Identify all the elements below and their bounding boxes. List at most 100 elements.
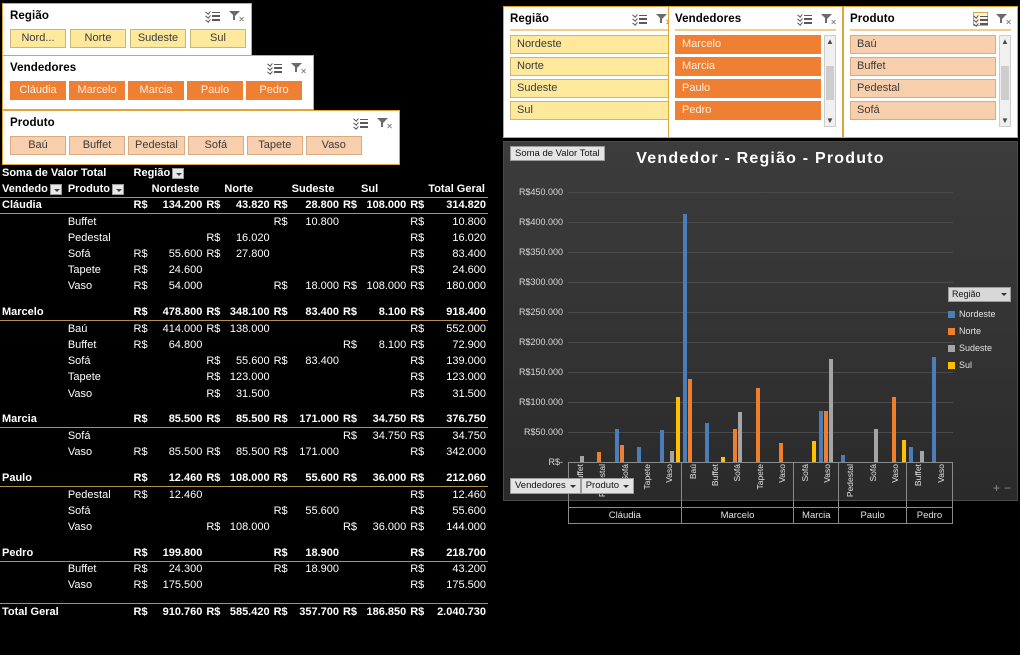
chart-bar[interactable]	[841, 454, 846, 462]
slicer-item-produto[interactable]: Tapete	[246, 136, 303, 155]
chart-bar[interactable]	[829, 359, 834, 462]
slicer-item-vendedor[interactable]: Marcelo	[675, 35, 821, 54]
slicer-item-regiao[interactable]: Sudeste	[130, 29, 186, 48]
multi-select-icon[interactable]	[205, 9, 221, 23]
chart-bar[interactable]	[670, 451, 675, 462]
slicer-item-regiao[interactable]: Sul	[510, 101, 671, 120]
chart-bar[interactable]	[733, 428, 738, 462]
slicer-item-regiao[interactable]: Norte	[70, 29, 126, 48]
slicer-item-regiao[interactable]: Sul	[190, 29, 246, 48]
slicer-item-produto[interactable]: Buffet	[850, 57, 996, 76]
table-row[interactable]: Buffet R$ 64.800 R$ 8.100 R$ 72.900	[0, 337, 488, 353]
chart-bar[interactable]	[874, 428, 879, 462]
slicer-item-vendedor[interactable]: Marcelo	[69, 81, 125, 100]
slicer-item-vendedor[interactable]: Marcia	[675, 57, 821, 76]
slicer-scrollbar[interactable]: ▲ ▼	[999, 35, 1011, 127]
scroll-up-icon[interactable]: ▲	[1000, 36, 1010, 47]
slicer-item-produto[interactable]: Sofá	[187, 136, 244, 155]
slicer-item-produto[interactable]: Baú	[10, 136, 66, 155]
slicer-vendedores-left[interactable]: Vendedores ✕ Cláudia Marcelo Marcia Paul…	[2, 55, 314, 110]
clear-filter-icon[interactable]: ✕	[229, 9, 245, 24]
chart-bar[interactable]	[687, 379, 692, 462]
table-row[interactable]: Sofá R$ 34.750 R$ 34.750	[0, 428, 488, 444]
table-row[interactable]: Vaso R$ 85.500 R$ 85.500 R$ 171.000 R$ 342.000	[0, 444, 488, 460]
table-row[interactable]: Vaso R$ 108.000 R$ 36.000 R$ 144.000	[0, 519, 488, 535]
slicer-item-produto[interactable]: Vaso	[305, 136, 362, 155]
chart-bar[interactable]	[909, 447, 914, 462]
chart-bar[interactable]	[597, 452, 602, 462]
multi-select-icon[interactable]	[797, 12, 813, 26]
slicer-item-produto[interactable]: Pedestal	[128, 136, 185, 155]
clear-filter-icon[interactable]: ✕	[996, 12, 1012, 27]
multi-select-icon[interactable]	[632, 12, 648, 26]
slicer-panel-regiao[interactable]: Região ✕ Nordeste Norte Sudeste Sul	[503, 6, 678, 138]
table-row[interactable]: Sofá R$ 55.600 R$ 83.400 R$ 139.000	[0, 353, 488, 369]
table-row[interactable]: Pedestal R$ 12.460 R$ 12.460	[0, 486, 488, 502]
table-row[interactable]: Sofá R$ 55.600 R$ 27.800 R$ 83.400	[0, 246, 488, 262]
table-row[interactable]: Vaso R$ 175.500 R$ 175.500	[0, 577, 488, 593]
chart-bar[interactable]	[891, 397, 896, 462]
slicer-item-vendedor[interactable]: Cláudia	[10, 81, 66, 100]
chart-bar[interactable]	[738, 411, 743, 462]
chart-bar[interactable]	[682, 213, 687, 462]
slicer-panel-produto[interactable]: Produto ✕ Baú Buffet Pedestal Sofá ▲ ▼	[843, 6, 1018, 138]
pivot-table[interactable]: Soma de Valor Total Região Vendedo Produto N…	[0, 165, 490, 620]
slicer-regiao-left[interactable]: Região ✕ Nord... Norte Sudeste Sul	[2, 3, 252, 58]
pivot-chart[interactable]: Soma de Valor Total Vendedor - Região - …	[503, 141, 1018, 524]
table-row[interactable]: Buffet R$ 10.800 R$ 10.800	[0, 214, 488, 230]
slicer-scrollbar[interactable]: ▲ ▼	[824, 35, 836, 127]
slicer-item-regiao[interactable]: Nord...	[10, 29, 66, 48]
zoom-out-button[interactable]: −	[1004, 482, 1011, 494]
axis-field-button-produto[interactable]: Produto	[580, 478, 634, 494]
slicer-item-produto[interactable]: Buffet	[69, 136, 125, 155]
chart-bar[interactable]	[778, 443, 783, 462]
slicer-item-vendedor[interactable]: Paulo	[187, 81, 243, 100]
chart-bar[interactable]	[823, 410, 828, 462]
table-row-vendedor[interactable]: Marcia R$ 85.500 R$ 85.500 R$ 171.000 R$ 34.750 R…	[0, 411, 488, 429]
table-row-vendedor[interactable]: Pedro R$ 199.800 R$ 18.900 R$ 218.700	[0, 544, 488, 562]
scrollbar-thumb[interactable]	[826, 66, 834, 100]
table-row[interactable]: Vaso R$ 31.500 R$ 31.500	[0, 385, 488, 401]
scroll-down-icon[interactable]: ▼	[1000, 115, 1010, 126]
table-row-vendedor[interactable]: Paulo R$ 12.460 R$ 108.000 R$ 55.600 R$ 36.000 R$…	[0, 470, 488, 487]
table-row[interactable]: Baú R$ 414.000 R$ 138.000 R$ 552.000	[0, 321, 488, 337]
slicer-item-produto[interactable]: Sofá	[850, 101, 996, 120]
chart-bar[interactable]	[811, 441, 816, 462]
scrollbar-thumb[interactable]	[1001, 66, 1009, 100]
slicer-panel-vendedores[interactable]: Vendedores ✕ Marcelo Marcia Paulo Pedro …	[668, 6, 843, 138]
chart-bar[interactable]	[637, 447, 642, 462]
multi-select-icon[interactable]	[353, 116, 369, 130]
clear-filter-icon[interactable]: ✕	[377, 116, 393, 131]
filter-dropdown-icon[interactable]	[112, 183, 125, 195]
chart-bar[interactable]	[902, 440, 907, 462]
table-row[interactable]: Tapete R$ 123.000 R$ 123.000	[0, 369, 488, 385]
table-row[interactable]: Sofá R$ 55.600 R$ 55.600	[0, 503, 488, 519]
table-row[interactable]: Tapete R$ 24.600 R$ 24.600	[0, 262, 488, 278]
slicer-item-vendedor[interactable]: Pedro	[246, 81, 302, 100]
filter-dropdown-icon[interactable]	[172, 167, 185, 179]
slicer-item-produto[interactable]: Baú	[850, 35, 996, 54]
slicer-item-regiao[interactable]: Norte	[510, 57, 671, 76]
multi-select-icon[interactable]	[267, 61, 283, 75]
clear-filter-icon[interactable]: ✕	[291, 61, 307, 76]
chart-bar[interactable]	[755, 388, 760, 462]
table-row-vendedor[interactable]: Cláudia R$ 134.200 R$ 43.820 R$ 28.800 R$ 108.00…	[0, 197, 488, 215]
chart-bar[interactable]	[705, 423, 710, 462]
table-row[interactable]: Buffet R$ 24.300 R$ 18.900 R$ 43.200	[0, 561, 488, 577]
slicer-item-vendedor[interactable]: Marcia	[128, 81, 184, 100]
slicer-item-vendedor[interactable]: Paulo	[675, 79, 821, 98]
slicer-item-produto[interactable]: Pedestal	[850, 79, 996, 98]
clear-filter-icon[interactable]: ✕	[821, 12, 837, 27]
chart-bar[interactable]	[931, 356, 936, 462]
zoom-in-button[interactable]: +	[993, 482, 1000, 494]
table-row[interactable]: Pedestal R$ 16.020 R$ 16.020	[0, 230, 488, 246]
chart-bar[interactable]	[614, 428, 619, 462]
scroll-up-icon[interactable]: ▲	[825, 36, 835, 47]
axis-field-button-vendedores[interactable]: Vendedores	[510, 478, 581, 494]
chart-bar[interactable]	[675, 397, 680, 462]
slicer-produto-left[interactable]: Produto ✕ Baú Buffet Pedestal Sofá Tapet…	[2, 110, 400, 165]
table-row[interactable]: Vaso R$ 54.000 R$ 18.000 R$ 108.000 R$ 180.000	[0, 278, 488, 294]
multi-select-icon[interactable]	[973, 12, 988, 27]
scroll-down-icon[interactable]: ▼	[825, 115, 835, 126]
chart-bar[interactable]	[620, 445, 624, 462]
